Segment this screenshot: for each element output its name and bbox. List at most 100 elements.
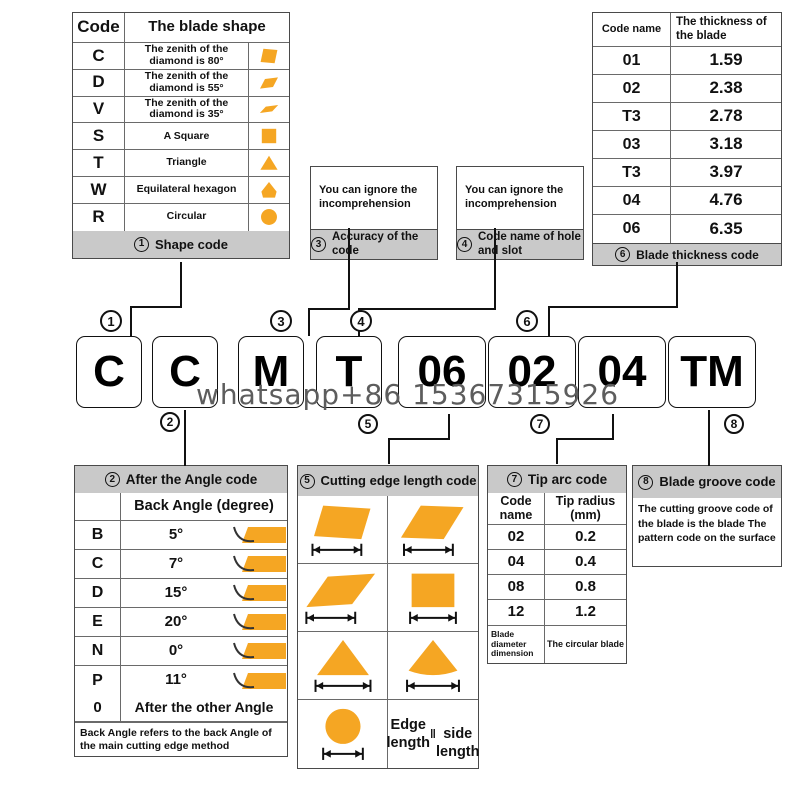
groove-table-body: The cutting groove code of the blade is …: [638, 503, 776, 545]
shape-description: The zenith of the diamond is 35°: [125, 96, 249, 123]
parallelogram-35-icon: [259, 105, 279, 114]
table-row: T3 2.78: [593, 103, 781, 131]
thickness-header-row: Code name The thickness of the blade: [593, 13, 781, 47]
thickness-code: T3: [593, 103, 671, 130]
marker-4-icon: 4: [457, 237, 472, 252]
table-row: [298, 632, 478, 700]
cutting-edge-length-table: 5 Cutting edge length code Edge length ‖…: [297, 465, 480, 769]
back-angle-wedge-icon: [233, 555, 286, 572]
edge-length-cell: [388, 496, 478, 563]
marker-7-icon: 7: [506, 472, 522, 487]
table-row: 04 0.4: [488, 550, 626, 575]
marker-4-icon: 4: [350, 310, 372, 332]
shape-description: The zenith of the diamond is 55°: [125, 69, 249, 96]
shape-col-code: Code: [73, 13, 125, 42]
shape-code-value: C: [73, 43, 125, 69]
angle-icon-cell: [231, 579, 287, 607]
angle-code: P: [75, 666, 121, 695]
angle-code: C: [75, 550, 121, 578]
angle-code: N: [75, 637, 121, 665]
back-angle-wedge-icon: [233, 642, 286, 659]
note4-footer: 4 Code name of hole and slot: [457, 229, 583, 259]
parallelogram-80-icon: [310, 505, 370, 556]
thickness-code: 02: [593, 75, 671, 102]
angle-table-note: Back Angle refers to the back Angle of t…: [75, 722, 287, 756]
marker-2-icon: 2: [160, 412, 180, 432]
table-row: D 15°: [75, 579, 287, 608]
tip-radius-value: 0.2: [575, 527, 596, 545]
table-row: C 7°: [75, 550, 287, 579]
connector-line: [184, 410, 186, 466]
table-row: 03 3.18: [593, 131, 781, 159]
shape-description: Equilateral hexagon: [125, 176, 249, 203]
angle-code: E: [75, 608, 121, 636]
table-row: SA Square: [73, 123, 289, 151]
shape-icon-cell: [249, 43, 289, 69]
marker-7-icon: 7: [530, 414, 550, 434]
blade-groove-table: 8 Blade groove code The cutting groove c…: [632, 465, 782, 567]
connector-line: [180, 262, 182, 308]
angle-table-header: 2 After the Angle code: [75, 466, 287, 493]
circle-icon: [260, 209, 277, 226]
back-angle-wedge-icon: [233, 526, 286, 543]
table-row: T3 3.97: [593, 159, 781, 187]
table-row: [298, 564, 478, 632]
tip-code: 04: [488, 550, 545, 574]
edge-table-header: 5 Cutting edge length code: [298, 466, 478, 496]
shape-code-value: T: [73, 150, 125, 176]
shape-code-table: Code The blade shape C The zenith of the …: [72, 12, 290, 259]
angle-other-code: 0: [75, 695, 121, 721]
shape-icon-cell: [249, 150, 289, 176]
table-row: W Equilateral hexagon: [73, 176, 289, 204]
angle-icon-cell: [231, 521, 287, 549]
hexagon-icon: [406, 639, 460, 692]
table-row: B 5°: [75, 521, 287, 550]
thickness-code: 06: [593, 215, 671, 243]
angle-other-label: After the other Angle: [134, 699, 274, 716]
marker-8-icon: 8: [724, 414, 744, 434]
triangle-icon: [260, 155, 278, 170]
connector-line: [308, 308, 310, 336]
table-row: V The zenith of the diamond is 35°: [73, 96, 289, 124]
shape-icon-cell: [249, 204, 289, 231]
edge-length-cell: [298, 564, 388, 631]
back-angle-wedge-icon: [233, 672, 286, 689]
back-angle-wedge-icon: [233, 584, 286, 601]
connector-line: [676, 262, 678, 308]
shape-table-header-row: Code The blade shape: [73, 13, 289, 43]
table-row: E 20°: [75, 608, 287, 637]
shape-description: The zenith of the diamond is 80°: [125, 43, 249, 69]
shape-icon-cell: [249, 70, 289, 96]
connector-line: [348, 228, 350, 310]
table-row: N 0°: [75, 637, 287, 666]
back-angle-wedge-icon: [233, 613, 286, 630]
marker-3-icon: 3: [311, 237, 326, 252]
marker-5-icon: 5: [299, 473, 315, 489]
accuracy-note-box: You can ignore the incomprehension 3 Acc…: [310, 166, 438, 260]
tip-code: 08: [488, 575, 545, 599]
angle-table-title: After the Angle code: [125, 472, 258, 487]
edge-length-cell: [298, 632, 388, 699]
thickness-table-footer: 6 Blade thickness code: [593, 243, 781, 265]
note3-body: You can ignore the incomprehension: [319, 184, 418, 210]
table-row: Edge length ‖ side length: [298, 700, 480, 768]
angle-icon-cell: [231, 608, 287, 636]
shape-code-value: W: [73, 176, 125, 203]
table-row: 06 6.35: [593, 215, 781, 243]
thickness-code: 04: [593, 187, 671, 214]
thickness-value: 2.38: [709, 78, 743, 98]
shape-description: A Square: [125, 123, 249, 150]
angle-subheader-row: Back Angle (degree): [75, 493, 287, 521]
shape-code-value: D: [73, 69, 125, 96]
parallelogram-55-icon: [400, 505, 464, 556]
table-row: C The zenith of the diamond is 80°: [73, 43, 289, 70]
marker-2-icon: 2: [104, 472, 120, 487]
tip-table-title: Tip arc code: [527, 472, 608, 487]
thickness-value: 1.59: [709, 50, 743, 70]
table-row: 04 4.76: [593, 187, 781, 215]
table-row: 12 1.2: [488, 600, 626, 625]
tip-header-row: Code name Tip radius (mm): [488, 493, 626, 525]
shape-icon-cell: [249, 123, 289, 149]
table-row: D The zenith of the diamond is 55°: [73, 69, 289, 97]
shape-icon-cell: [249, 177, 289, 203]
